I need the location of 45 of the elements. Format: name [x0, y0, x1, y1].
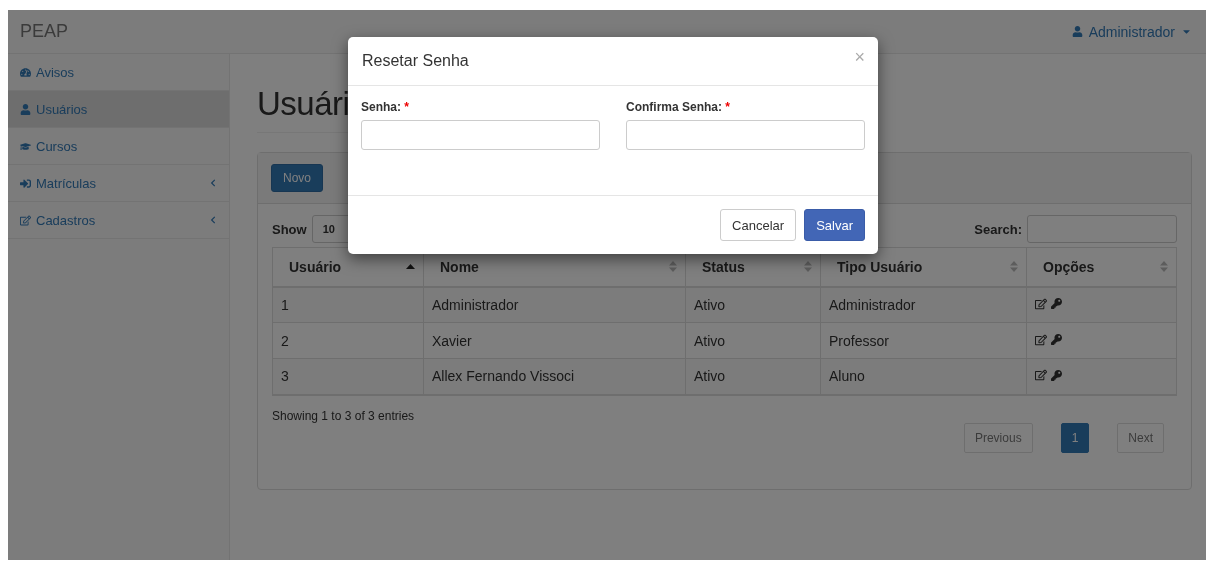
search-field[interactable]	[1027, 215, 1177, 243]
cancel-button[interactable]: Cancelar	[720, 209, 797, 241]
table-cell: Administrador	[423, 286, 686, 323]
column-header[interactable]: Opções	[1026, 247, 1177, 287]
sidebar-item[interactable]: Matrículas	[8, 165, 229, 202]
show-label: Show	[272, 221, 307, 237]
graduation-cap-icon	[20, 140, 31, 152]
table-cell: Ativo	[685, 322, 821, 359]
dashboard-icon	[20, 66, 31, 78]
field-label: Confirma Senha: *	[626, 100, 732, 114]
edit-icon[interactable]	[1035, 369, 1047, 382]
table-cell: Allex Fernando Vissoci	[423, 358, 686, 395]
user-icon	[1071, 26, 1083, 37]
user-icon	[20, 103, 31, 115]
key-icon[interactable]	[1051, 369, 1062, 381]
sidebar-item[interactable]: Cadastros	[8, 202, 229, 239]
edit-icon[interactable]	[1035, 297, 1047, 310]
sidebar-item[interactable]: Usuários	[8, 91, 229, 128]
key-icon[interactable]	[1051, 298, 1062, 310]
password-field[interactable]	[361, 120, 600, 150]
table-cell: 1	[272, 286, 424, 323]
new-button[interactable]: Novo	[271, 164, 323, 192]
table-cell: Professor	[820, 322, 1027, 359]
search-label: Search:	[974, 221, 1022, 237]
edit-icon[interactable]	[1035, 333, 1047, 346]
table-cell: Administrador	[820, 286, 1027, 323]
modal-title: Resetar Senha	[362, 52, 469, 70]
key-icon[interactable]	[1051, 334, 1062, 345]
table-cell: Ativo	[685, 358, 821, 395]
user-menu[interactable]: Administrador	[1071, 23, 1192, 40]
table-cell: 3	[272, 358, 424, 395]
brand-link[interactable]: PEAP	[20, 21, 69, 42]
table-cell: Aluno	[820, 358, 1027, 395]
field-label: Senha: *	[361, 100, 411, 114]
table-cell: 2	[272, 322, 424, 359]
password-field[interactable]	[626, 120, 865, 150]
save-button[interactable]: Salvar	[804, 209, 865, 241]
table-cell: Ativo	[685, 286, 821, 323]
close-button[interactable]: ×	[854, 46, 865, 68]
sign-in-icon	[20, 177, 31, 189]
pagination-link[interactable]: 1	[1060, 422, 1090, 453]
entries-info: Showing 1 to 3 of 3 entries	[272, 407, 416, 423]
sidebar-item[interactable]: Cursos	[8, 128, 229, 165]
edit-icon	[20, 214, 31, 226]
table-cell: Xavier	[423, 322, 686, 359]
